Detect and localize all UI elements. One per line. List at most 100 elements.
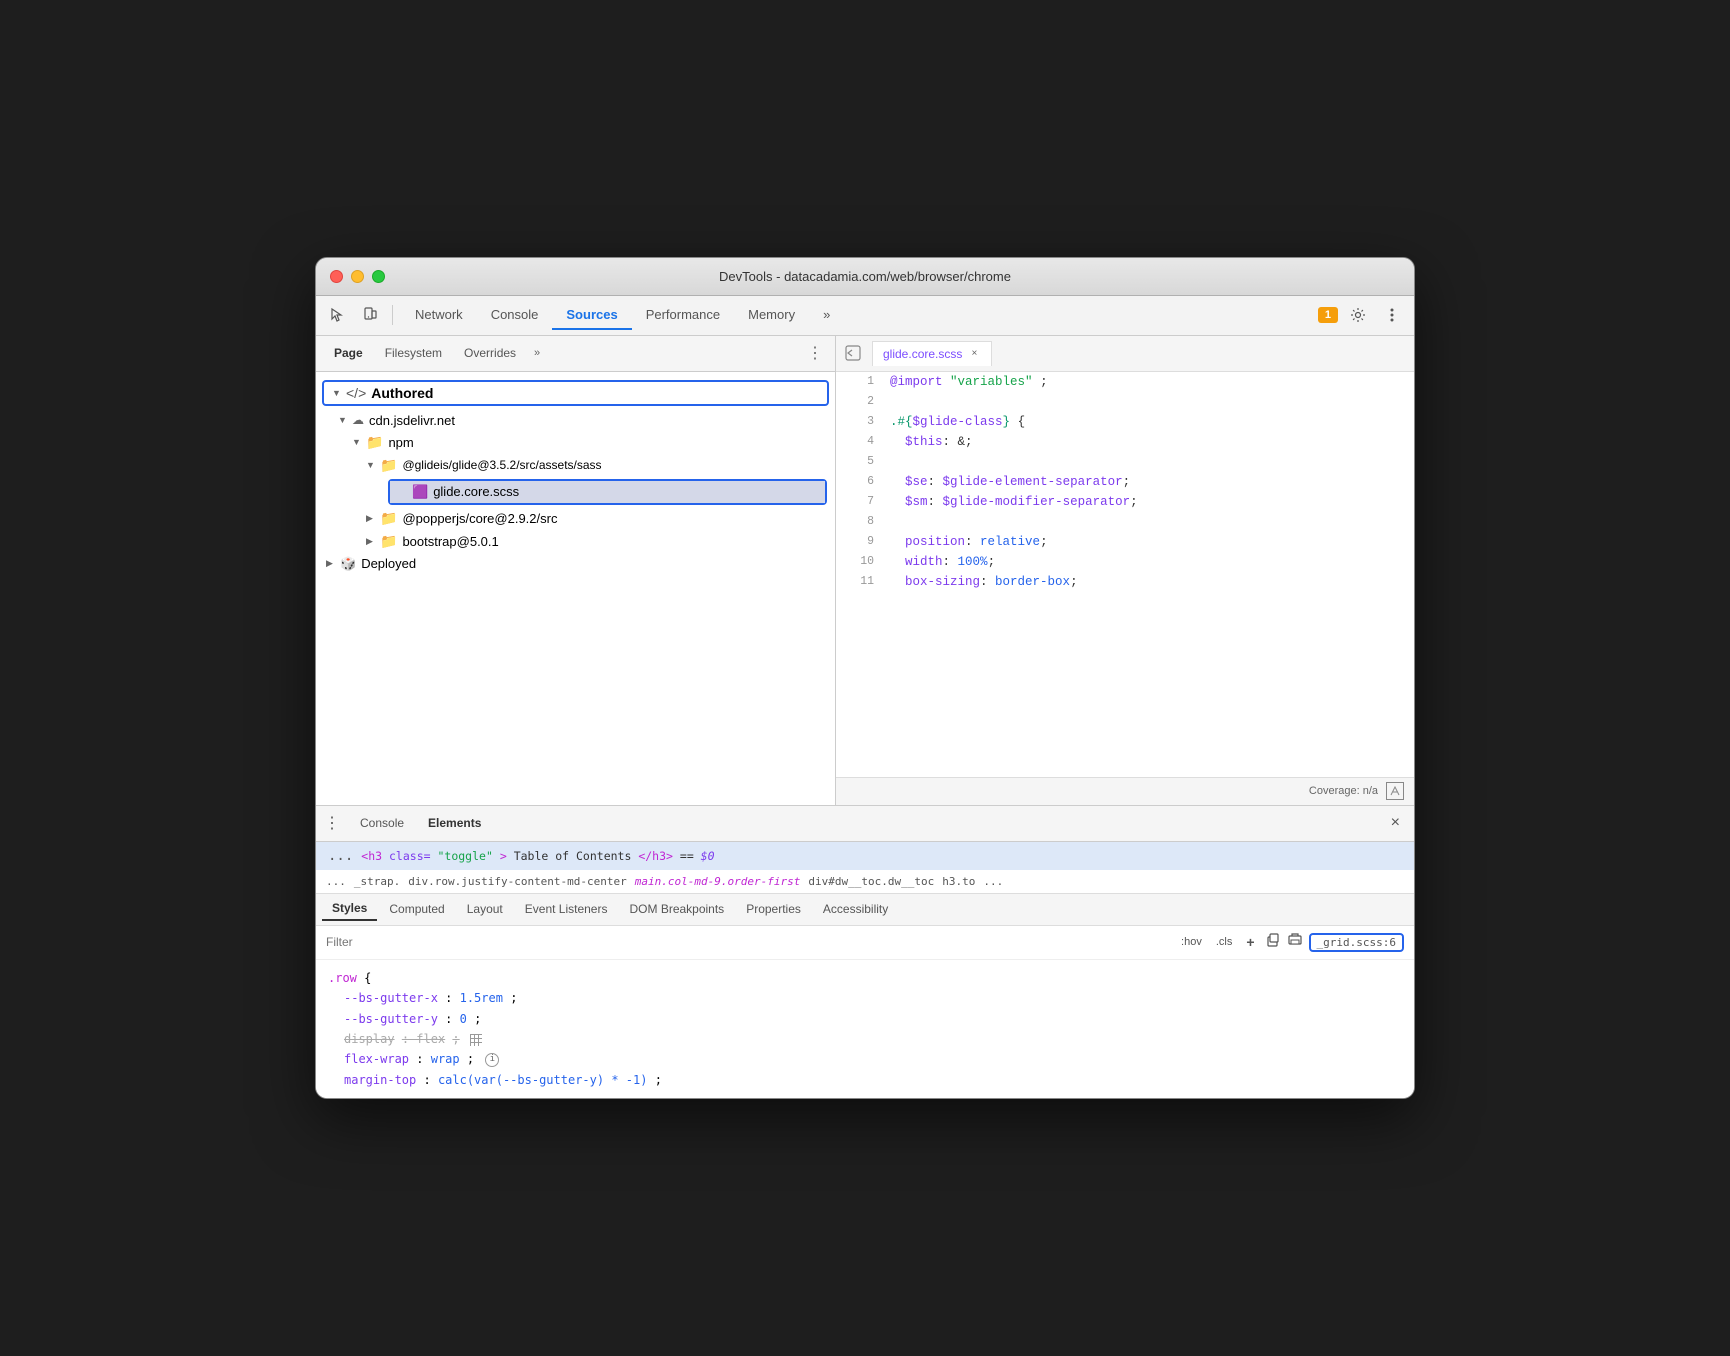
styles-tab-styles[interactable]: Styles xyxy=(322,897,377,921)
cdn-row[interactable]: ▼ ☁ cdn.jsdelivr.net xyxy=(316,410,835,431)
tab-elements[interactable]: Elements xyxy=(418,811,491,835)
editor-back-button[interactable] xyxy=(840,340,866,366)
settings-button[interactable] xyxy=(1344,301,1372,329)
path-item-row[interactable]: div.row.justify-content-md-center xyxy=(408,875,627,888)
tab-more[interactable]: » xyxy=(809,301,844,330)
tab-filesystem[interactable]: Filesystem xyxy=(375,341,452,365)
main-tabs: Network Console Sources Performance Memo… xyxy=(401,301,1314,330)
maximize-button[interactable] xyxy=(372,270,385,283)
glideis-folder-icon: 📁 xyxy=(380,457,397,474)
notification-badge[interactable]: 1 xyxy=(1318,307,1338,323)
toggle-print-style-btn[interactable] xyxy=(1287,932,1303,953)
code-line-3: 3 .#{$glide-class} { xyxy=(836,412,1414,432)
authored-section: ▼ </> Authored xyxy=(322,380,829,406)
device-toolbar-button[interactable] xyxy=(356,301,384,329)
popperjs-row[interactable]: ▶ 📁 @popperjs/core@2.9.2/src xyxy=(316,507,835,530)
tree-arrow-bootstrap: ▶ xyxy=(366,536,380,547)
popperjs-label: @popperjs/core@2.9.2/src xyxy=(402,511,557,526)
authored-row[interactable]: ▼ </> Authored xyxy=(324,382,827,404)
editor-tab-close[interactable]: × xyxy=(967,347,981,361)
npm-label: npm xyxy=(388,435,413,450)
tab-console[interactable]: Console xyxy=(477,301,553,330)
tree-arrow-npm: ▼ xyxy=(352,437,366,447)
tab-console-bottom[interactable]: Console xyxy=(350,811,414,835)
bootstrap-label: bootstrap@5.0.1 xyxy=(402,534,498,549)
styles-tab-accessibility[interactable]: Accessibility xyxy=(813,898,898,920)
code-line-8: 8 xyxy=(836,512,1414,532)
window-controls xyxy=(330,270,385,283)
dom-path-bar: ... _strap. div.row.justify-content-md-c… xyxy=(316,870,1414,894)
tab-page[interactable]: Page xyxy=(324,341,373,365)
more-options-button[interactable] xyxy=(1378,301,1406,329)
styles-tab-properties[interactable]: Properties xyxy=(736,898,811,920)
css-prop-margin-top: margin-top : calc(var(--bs-gutter-y) * -… xyxy=(328,1070,1402,1090)
path-item-h3[interactable]: h3.to xyxy=(942,875,975,888)
editor-tab-glide[interactable]: glide.core.scss × xyxy=(872,341,992,366)
minimize-button[interactable] xyxy=(351,270,364,283)
styles-tabs: Styles Computed Layout Event Listeners D… xyxy=(316,894,1414,926)
path-item-end-dots[interactable]: ... xyxy=(983,875,1003,888)
glideis-row[interactable]: ▼ 📁 @glideis/glide@3.5.2/src/assets/sass xyxy=(316,454,835,477)
tree-arrow-authored: ▼ xyxy=(332,388,346,398)
tab-performance[interactable]: Performance xyxy=(632,301,734,330)
sidebar-options[interactable]: ⋮ xyxy=(803,339,827,367)
add-style-btn[interactable]: + xyxy=(1242,932,1258,952)
bootstrap-row[interactable]: ▶ 📁 bootstrap@5.0.1 xyxy=(316,530,835,553)
css-prop-display: display : flex ; xyxy=(328,1029,1402,1049)
bottom-panel: ⋮ Console Elements × ... <h3 class= "tog… xyxy=(316,806,1414,1098)
styles-tab-dom-breakpoints[interactable]: DOM Breakpoints xyxy=(619,898,734,920)
npm-row[interactable]: ▼ 📁 npm xyxy=(316,431,835,454)
class-filter[interactable]: .cls xyxy=(1212,934,1237,950)
styles-tab-event-listeners[interactable]: Event Listeners xyxy=(515,898,618,920)
styles-tab-layout[interactable]: Layout xyxy=(457,898,513,920)
code-editor: glide.core.scss × 1 @import "variables" … xyxy=(836,336,1414,805)
elements-options-icon[interactable]: ⋮ xyxy=(324,813,340,833)
close-bottom-panel[interactable]: × xyxy=(1385,810,1406,836)
path-item-dots[interactable]: ... xyxy=(326,875,346,888)
coverage-icon[interactable] xyxy=(1386,782,1404,800)
deployed-icon: 🎲 xyxy=(340,556,356,572)
editor-tab-filename: glide.core.scss xyxy=(883,347,962,361)
devtools-window: DevTools - datacadamia.com/web/browser/c… xyxy=(315,257,1415,1099)
code-line-1: 1 @import "variables" ; xyxy=(836,372,1414,392)
copy-style-btn[interactable] xyxy=(1265,932,1281,953)
deployed-row[interactable]: ▶ 🎲 Deployed xyxy=(316,553,835,575)
code-icon: </> xyxy=(346,385,366,401)
file-sidebar: Page Filesystem Overrides » ⋮ ▼ </> Auth… xyxy=(316,336,836,805)
code-line-7: 7 $sm: $glide-modifier-separator; xyxy=(836,492,1414,512)
glideis-label: @glideis/glide@3.5.2/src/assets/sass xyxy=(402,458,601,472)
sidebar-tabs: Page Filesystem Overrides » ⋮ xyxy=(316,336,835,372)
filter-actions: :hov .cls + xyxy=(1177,932,1302,953)
sidebar-more-tabs[interactable]: » xyxy=(528,343,546,363)
titlebar: DevTools - datacadamia.com/web/browser/c… xyxy=(316,258,1414,296)
code-line-5: 5 xyxy=(836,452,1414,472)
tree-arrow-popperjs: ▶ xyxy=(366,513,380,524)
tab-network[interactable]: Network xyxy=(401,301,477,330)
path-item-main[interactable]: main.col-md-9.order-first xyxy=(635,875,801,888)
code-line-11: 11 box-sizing: border-box; xyxy=(836,572,1414,592)
info-icon[interactable]: i xyxy=(485,1053,499,1067)
styles-tab-computed[interactable]: Computed xyxy=(379,898,454,920)
filter-bar: :hov .cls + xyxy=(316,926,1414,960)
tab-sources[interactable]: Sources xyxy=(552,301,631,330)
filter-input[interactable] xyxy=(326,935,1171,949)
css-prop-gutter-y: --bs-gutter-y : 0 ; xyxy=(328,1009,1402,1029)
popperjs-folder-icon: 📁 xyxy=(380,510,397,527)
close-button[interactable] xyxy=(330,270,343,283)
deployed-label: Deployed xyxy=(361,556,416,571)
source-file-badge[interactable]: _grid.scss:6 xyxy=(1309,933,1404,952)
file-glide-core[interactable]: 🟪 glide.core.scss xyxy=(390,481,825,503)
devtools-toolbar: Network Console Sources Performance Memo… xyxy=(316,296,1414,336)
path-item-strap[interactable]: _strap. xyxy=(354,875,400,888)
path-item-toc[interactable]: div#dw__toc.dw__toc xyxy=(808,875,934,888)
tree-arrow-glideis: ▼ xyxy=(366,460,380,470)
tab-memory[interactable]: Memory xyxy=(734,301,809,330)
hover-filter[interactable]: :hov xyxy=(1177,934,1206,950)
tree-arrow-deployed: ▶ xyxy=(326,558,340,569)
editor-bottom-bar: Coverage: n/a xyxy=(836,777,1414,805)
inspect-element-button[interactable] xyxy=(324,301,352,329)
breadcrumb-ellipsis: ... xyxy=(328,848,353,864)
tab-overrides[interactable]: Overrides xyxy=(454,341,526,365)
coverage-label: Coverage: n/a xyxy=(1309,785,1378,797)
elements-toolbar: ⋮ Console Elements × xyxy=(316,806,1414,842)
